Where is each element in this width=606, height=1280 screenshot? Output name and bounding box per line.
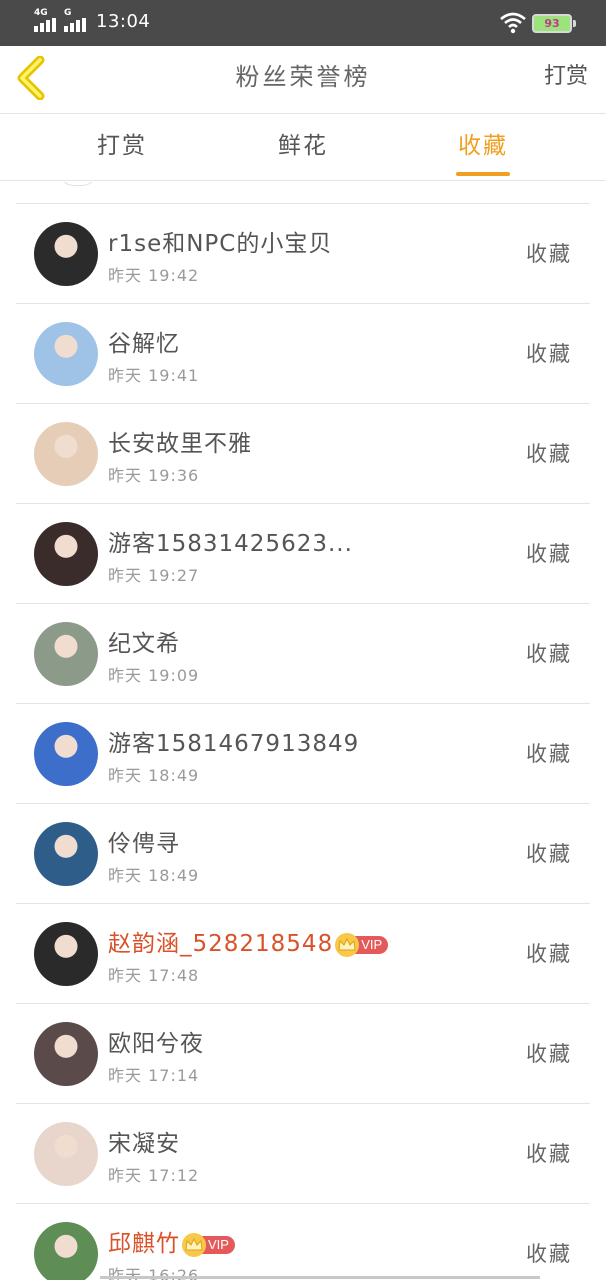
fan-name-text: 游客15831425623...	[108, 531, 353, 557]
fan-name: 游客1581467913849	[108, 724, 359, 758]
fan-timestamp: 昨天 17:12	[108, 1166, 200, 1185]
list-item[interactable]: 游客15831425623... 昨天 19:27 收藏	[16, 504, 590, 604]
fan-name: 长安故里不雅	[108, 424, 252, 458]
status-clock: 13:04	[96, 11, 151, 32]
action-label: 收藏	[526, 842, 572, 866]
battery-icon: 93	[532, 14, 572, 33]
avatar[interactable]	[34, 522, 98, 586]
fan-name-text: 伶俜寻	[108, 831, 180, 857]
status-bar: 4G G 13:04 93	[0, 0, 606, 46]
action-label: 收藏	[526, 342, 572, 366]
fan-name-text: 长安故里不雅	[108, 431, 252, 457]
action-label: 收藏	[526, 942, 572, 966]
avatar[interactable]	[34, 422, 98, 486]
list-item[interactable]: 纪文希昨天 19:09 收藏	[16, 604, 590, 704]
fan-timestamp: 昨天 18:49	[108, 766, 200, 785]
crown-icon	[335, 932, 360, 957]
scroll-indicator	[100, 1276, 540, 1279]
list-item[interactable]: 邱麒竹 VIP 昨天 16:26 收藏	[16, 1204, 590, 1280]
fan-timestamp: 昨天 17:14	[108, 1066, 200, 1085]
list-item[interactable]: 谷解忆昨天 19:41 收藏	[16, 304, 590, 404]
action-label: 收藏	[526, 742, 572, 766]
vip-badge: VIP	[335, 932, 389, 957]
battery-tip	[573, 20, 576, 27]
action-label: 收藏	[526, 1242, 572, 1266]
fan-name: r1se和NPC的小宝贝	[108, 224, 332, 258]
fan-name: 赵韵涵_528218548 VIP	[108, 924, 389, 958]
fan-name-text: 邱麒竹	[108, 1231, 180, 1257]
avatar[interactable]	[34, 1022, 98, 1086]
avatar[interactable]	[34, 722, 98, 786]
tab-bar: 打赏 鲜花 收藏	[0, 115, 606, 181]
fan-name: 纪文希	[108, 624, 180, 658]
avatar[interactable]	[34, 322, 98, 386]
avatar[interactable]	[34, 1222, 98, 1280]
fan-name-text: 赵韵涵_528218548	[108, 931, 334, 957]
action-label: 收藏	[526, 1042, 572, 1066]
network-type-label: 4G	[34, 8, 48, 18]
avatar[interactable]	[34, 822, 98, 886]
tab-favorites[interactable]: 收藏	[423, 115, 543, 177]
action-label: 收藏	[526, 442, 572, 466]
fan-name: 宋凝安	[108, 1124, 180, 1158]
action-label: 收藏	[526, 642, 572, 666]
wifi-icon	[500, 12, 526, 34]
fan-name-text: 谷解忆	[108, 331, 180, 357]
avatar[interactable]	[34, 622, 98, 686]
navigation-bar: 粉丝荣誉榜 打赏	[0, 46, 606, 114]
fan-name: 游客15831425623...	[108, 524, 353, 558]
list-item[interactable]: 赵韵涵_528218548 VIP 昨天 17:48 收藏	[16, 904, 590, 1004]
fan-name-text: 游客1581467913849	[108, 731, 360, 757]
list-item[interactable]: 伶俜寻昨天 18:49 收藏	[16, 804, 590, 904]
avatar[interactable]	[34, 1122, 98, 1186]
fan-name-text: r1se和NPC的小宝贝	[108, 231, 333, 257]
fan-list[interactable]: r1se和NPC的小宝贝 昨天 19:42 收藏 谷解忆 昨天 19:41 收藏 长安故里不…	[0, 182, 606, 1280]
battery-level: 93	[544, 17, 560, 30]
list-item[interactable]: 长安故里不雅昨天 19:36 收藏	[16, 404, 590, 504]
avatar[interactable]	[34, 222, 98, 286]
fan-timestamp: 昨天 19:36	[108, 466, 200, 485]
fan-timestamp: 昨天 17:48	[108, 966, 200, 985]
crown-icon	[182, 1232, 206, 1257]
list-item[interactable]: r1se和NPC的小宝贝昨天 19:42 收藏	[16, 204, 590, 304]
page-title: 粉丝荣誉榜	[235, 63, 371, 91]
fan-name-text: 欧阳兮夜	[108, 1031, 204, 1057]
tab-reward[interactable]: 打赏	[62, 115, 182, 177]
fan-name-text: 纪文希	[108, 631, 180, 657]
list-item-partial	[16, 182, 590, 204]
fan-name: 伶俜寻	[108, 824, 180, 858]
active-tab-indicator	[456, 172, 510, 176]
network-type-label-2: G	[64, 8, 72, 18]
vip-badge: VIP	[182, 1232, 235, 1257]
list-item[interactable]: 游客1581467913849 昨天 18:49 收藏	[16, 704, 590, 804]
signal-g-icon: G	[64, 8, 86, 32]
action-label: 收藏	[526, 1142, 572, 1166]
fan-timestamp: 昨天 19:09	[108, 666, 200, 685]
fan-name: 谷解忆	[108, 324, 180, 358]
reward-button[interactable]: 打赏	[544, 46, 588, 108]
fan-name: 欧阳兮夜	[108, 1024, 204, 1058]
list-item[interactable]: 宋凝安昨天 17:12 收藏	[16, 1104, 590, 1204]
action-label: 收藏	[526, 542, 572, 566]
fan-timestamp: 昨天 19:27	[108, 566, 200, 585]
tab-flowers[interactable]: 鲜花	[243, 115, 363, 177]
fan-name: 邱麒竹 VIP	[108, 1224, 235, 1258]
fan-timestamp: 昨天 18:49	[108, 866, 200, 885]
list-item[interactable]: 欧阳兮夜昨天 17:14 收藏	[16, 1004, 590, 1104]
avatar[interactable]	[34, 922, 98, 986]
fan-name-text: 宋凝安	[108, 1131, 180, 1157]
fan-timestamp: 昨天 19:41	[108, 366, 200, 385]
signal-4g-icon: 4G	[34, 8, 56, 32]
action-label: 收藏	[526, 242, 572, 266]
fan-timestamp: 昨天 19:42	[108, 266, 200, 285]
